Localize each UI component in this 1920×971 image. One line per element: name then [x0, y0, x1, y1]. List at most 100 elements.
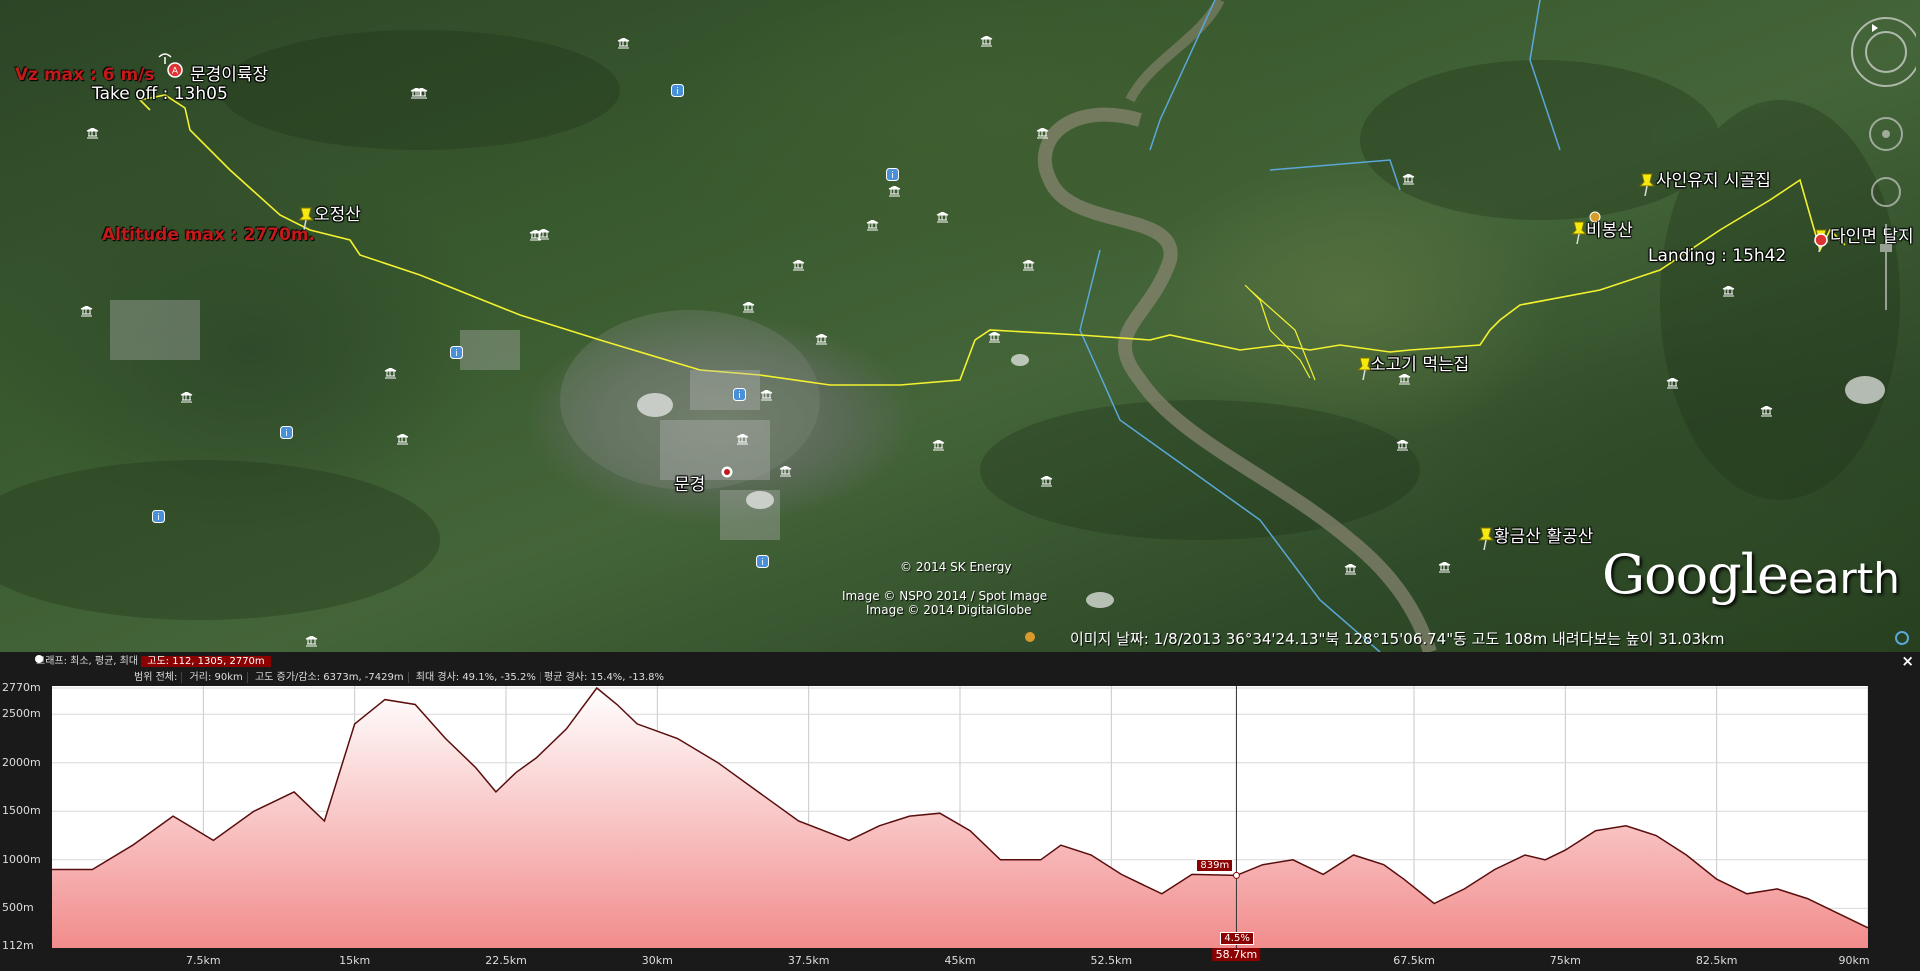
x-tick-label: 7.5km — [186, 954, 221, 967]
landmark-icon[interactable] — [617, 34, 630, 49]
landmark-icon[interactable] — [415, 84, 428, 99]
compass-ring[interactable] — [1851, 17, 1920, 87]
info-icon[interactable]: i — [886, 166, 899, 181]
elevation-chart[interactable] — [52, 686, 1869, 948]
launch-site-label[interactable]: 문경이륙장 — [190, 60, 268, 85]
map-status-bar: 이미지 날짜: 1/8/2013 36°34'24.13"북 128°15'06… — [1070, 630, 1725, 648]
info-icon[interactable]: i — [671, 82, 684, 97]
profile-menu-icon[interactable] — [34, 654, 44, 667]
svg-text:i: i — [676, 87, 679, 97]
svg-text:i: i — [761, 558, 764, 568]
landmark-icon[interactable] — [779, 462, 792, 477]
landmark-icon[interactable] — [396, 430, 409, 445]
landmark-icon[interactable] — [1760, 402, 1773, 417]
landmark-icon[interactable] — [180, 388, 193, 403]
landmark-icon[interactable] — [1666, 374, 1679, 389]
landmark-icon[interactable] — [1344, 560, 1357, 575]
info-icon[interactable]: i — [450, 344, 463, 359]
landmark-icon[interactable] — [815, 330, 828, 345]
earth-map-view[interactable]: i i i i i i i A Vz max : 6 m/s Take off … — [0, 0, 1920, 652]
tour-guide-icon[interactable] — [1023, 629, 1037, 648]
terrain-texture — [0, 30, 1900, 620]
streaming-indicator-icon — [1894, 630, 1910, 650]
y-tick-label: 2770m — [2, 681, 41, 694]
landmark-icon[interactable] — [384, 364, 397, 379]
svg-text:i: i — [285, 429, 288, 439]
ojeongsan-label[interactable]: 오정산 — [314, 200, 361, 225]
y-tick-label: 500m — [2, 901, 34, 915]
mungyeong-label[interactable]: 문경 — [674, 470, 705, 495]
graph-values[interactable]: 고도: 112, 1305, 2770m — [141, 656, 271, 667]
landmark-icon[interactable] — [80, 302, 93, 317]
imagery-attribution-2: Image © NSPO 2014 / Spot Image — [842, 589, 1048, 603]
landmark-icon[interactable] — [866, 216, 879, 231]
x-tick-label: 75km — [1549, 954, 1581, 967]
landmark-icon[interactable] — [1040, 472, 1053, 487]
landmark-icon[interactable] — [305, 632, 318, 647]
landmark-icon[interactable] — [742, 298, 755, 313]
landmark-icon[interactable] — [888, 182, 901, 197]
cursor-slope-tag: 4.5% — [1220, 932, 1254, 945]
landmark-icon[interactable] — [1402, 170, 1415, 185]
x-tick-label: 15km — [339, 954, 371, 967]
look-joystick[interactable] — [1869, 117, 1903, 151]
logo-google-text: Google — [1602, 543, 1789, 606]
profile-graph-row: 그래프: 최소, 평균, 최대 고도: 112, 1305, 2770m — [36, 652, 271, 667]
cursor-elevation-tag: 839m — [1196, 859, 1234, 873]
landmark-icon[interactable] — [792, 256, 805, 271]
river — [1038, 107, 1437, 652]
svg-text:i: i — [157, 513, 160, 523]
imagery-attribution-3: Image © 2014 DigitalGlobe — [866, 603, 1032, 617]
landmark-icon[interactable] — [760, 386, 773, 401]
sainyuji-label[interactable]: 사인유지 시골집 — [1656, 166, 1771, 191]
range-label: 범위 전체: — [130, 672, 183, 683]
info-icon[interactable]: i — [152, 508, 165, 523]
landmark-icon[interactable] — [1396, 436, 1409, 451]
landing-marker-icon[interactable] — [1812, 232, 1830, 256]
landmark-icon[interactable] — [1022, 256, 1035, 271]
pushpin-icon[interactable] — [1477, 526, 1495, 551]
x-tick-label: 82.5km — [1695, 954, 1738, 967]
landmark-icon[interactable] — [1438, 558, 1451, 573]
x-tick-label: 90km — [1838, 954, 1870, 967]
takeoff-time-label: Take off : 13h05 — [92, 84, 228, 104]
elevation-chart-svg[interactable] — [52, 686, 1869, 948]
landmark-icon[interactable] — [936, 208, 949, 223]
navigation-controls[interactable] — [1838, 14, 1920, 314]
landmark-icon[interactable] — [988, 328, 1001, 343]
logo-earth-text: earth — [1787, 554, 1900, 603]
x-tick-label: 52.5km — [1090, 954, 1133, 967]
range-distance: 거리: 90km — [185, 672, 248, 683]
flight-track-detour — [1244, 284, 1316, 381]
hwanggeumsan-label[interactable]: 황금산 활공산 — [1494, 522, 1593, 547]
profile-header: 그래프: 최소, 평균, 최대 고도: 112, 1305, 2770m 범위 … — [0, 652, 1920, 684]
x-tick-label: 37.5km — [787, 954, 830, 967]
range-elevation-gain: 고도 증가/감소: 6373m, -7429m — [250, 672, 409, 683]
landmark-icon[interactable] — [932, 436, 945, 451]
imagery-attribution-1: © 2014 SK Energy — [900, 560, 1012, 574]
x-tick-label: 30km — [641, 954, 673, 967]
info-icon[interactable]: i — [733, 386, 746, 401]
landmark-icon[interactable] — [86, 124, 99, 139]
landmark-icon[interactable] — [537, 225, 550, 240]
city-marker-icon[interactable] — [720, 464, 738, 488]
move-joystick[interactable] — [1871, 177, 1901, 207]
landing-time-label: Landing : 15h42 — [1648, 246, 1787, 266]
pushpin-icon[interactable] — [1638, 172, 1656, 197]
landmark-icon[interactable] — [1036, 124, 1049, 139]
elevation-profile-panel[interactable]: 그래프: 최소, 평균, 최대 고도: 112, 1305, 2770m 범위 … — [0, 652, 1920, 971]
beef-restaurant-label[interactable]: 소고기 먹는집 — [1370, 350, 1469, 375]
info-icon[interactable]: i — [756, 553, 769, 568]
range-max-slope: 최대 경사: 49.1%, -35.2% — [411, 672, 541, 683]
y-tick-label: 1000m — [2, 852, 41, 866]
bibongsan-label[interactable]: 비봉산 — [1586, 216, 1633, 241]
landmark-icon[interactable] — [1722, 282, 1735, 297]
info-icon[interactable]: i — [280, 424, 293, 439]
x-tick-label: 67.5km — [1393, 954, 1435, 967]
zoom-slider[interactable] — [1880, 224, 1892, 310]
landmark-icon[interactable] — [736, 430, 749, 445]
svg-text:i: i — [738, 391, 741, 401]
landmark-icon[interactable] — [980, 32, 993, 47]
y-tick-label: 112m — [2, 939, 34, 952]
close-profile-button[interactable]: × — [1901, 652, 1914, 670]
